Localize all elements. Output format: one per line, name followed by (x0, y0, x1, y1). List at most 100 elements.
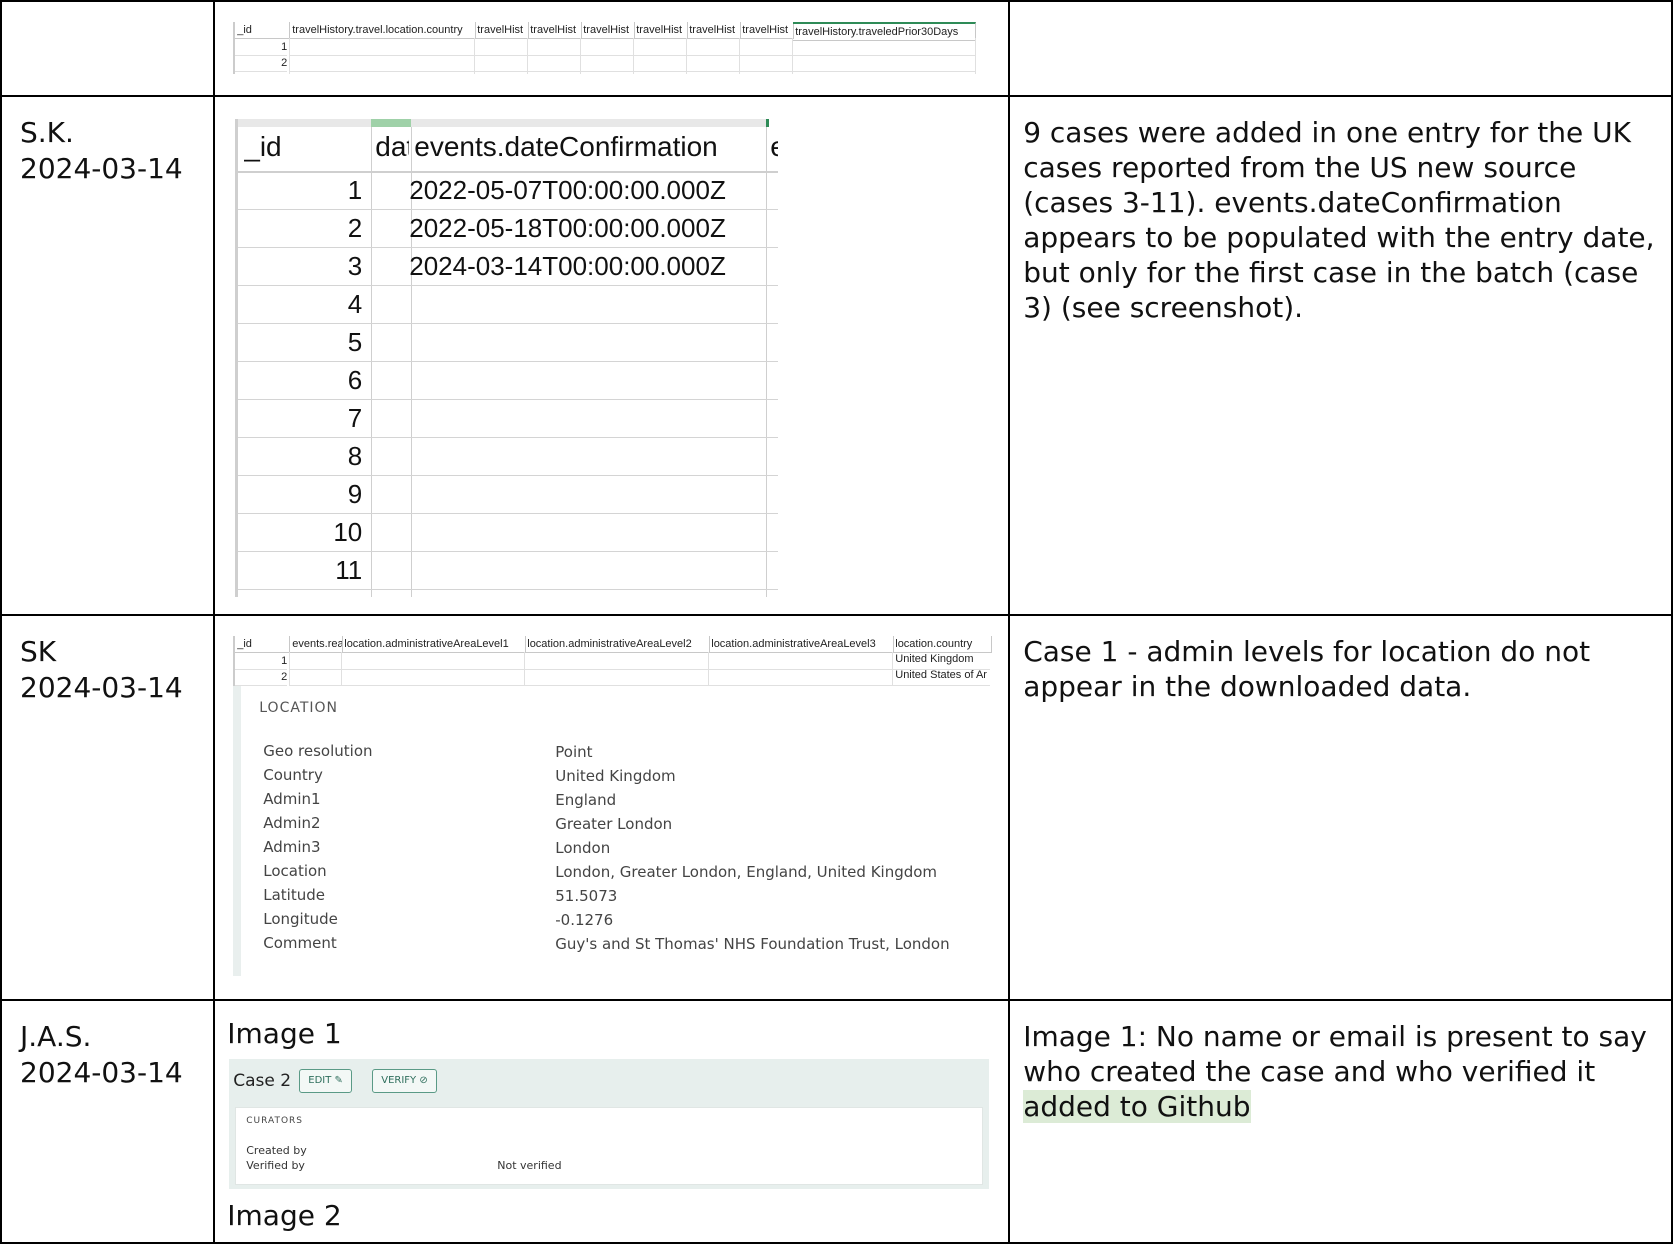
location-card: LOCATION Geo resolution Point Country Unite… (233, 686, 1002, 976)
sheet-cell-date: 2022-05-18T00:00:00.000Z (409, 213, 726, 243)
verified-by-value: Not verified (497, 1159, 562, 1172)
edit-button[interactable]: EDIT ✎ (299, 1069, 352, 1093)
sheet-row-id: 11 (335, 555, 363, 585)
location-field-value: London (555, 839, 611, 857)
verify-button[interactable]: VERIFY ⊘ (372, 1069, 437, 1093)
sheet-cell-country: United States of Ar (895, 669, 987, 681)
sheet-row-id: 2 (235, 55, 288, 72)
location-field-value: 51.5073 (555, 887, 618, 905)
sheet-header: events.dateConfirmation (414, 131, 718, 162)
location-title: LOCATION (259, 700, 339, 716)
location-field-label: Geo resolution (263, 742, 373, 760)
sheet-header: events.rea (290, 636, 344, 653)
sheet-header: travelHist (687, 22, 742, 39)
sheet-header: dat (375, 131, 409, 162)
reviewer-cell: J.A.S. 2024-03-14 (0, 999, 216, 1244)
screenshot-cell: Image 1 Case 2 EDIT ✎ VERIFY ⊘ CURATORS … (213, 999, 1011, 1244)
note-cell: Image 1: No name or email is present to … (1008, 999, 1673, 1244)
note-cell: 9 cases were added in one entry for the … (1008, 95, 1673, 616)
reviewer-cell (0, 0, 216, 97)
note-cell: Case 1 - admin levels for location do no… (1008, 614, 1673, 1001)
verified-by-label: Verified by (246, 1159, 305, 1172)
sheet-header: e (770, 131, 778, 163)
location-field-label: Admin1 (263, 790, 321, 808)
edit-label: EDIT (308, 1075, 332, 1086)
image1-caption: Image 1 (227, 1017, 342, 1050)
reviewer-cell: SK 2024-03-14 (0, 614, 216, 1001)
sheet-row-id: 1 (235, 39, 288, 56)
location-field-value: Point (555, 743, 593, 761)
curators-panel: CURATORS Created by Verified by Not veri… (235, 1107, 984, 1185)
image2-caption: Image 2 (227, 1199, 342, 1232)
location-field-value: United Kingdom (555, 767, 676, 785)
sheet-header-row: _id dat events.dateConfirmation e (238, 127, 779, 173)
location-field-label: Latitude (263, 886, 325, 904)
sheet-cell-date: 2024-03-14T00:00:00.000Z (409, 251, 726, 281)
sheet-header: travelHist (475, 22, 530, 39)
admin-levels-sheet: _id events.rea location.administrativeAr… (233, 636, 1008, 686)
reviewer-text: S.K. 2024-03-14 (20, 116, 183, 185)
sheet-header: _id (235, 636, 291, 653)
sheet-row-id: 5 (347, 327, 363, 357)
sheet-header: location.country (893, 636, 993, 653)
screenshot-cell: _id events.rea location.administrativeAr… (213, 614, 1011, 1001)
sheet-header: travelHistory.travel.location.country (290, 22, 477, 39)
location-field-value: England (555, 791, 617, 809)
sheet-cell-date: 2022-05-07T00:00:00.000Z (409, 175, 726, 205)
note-text: Image 1: No name or email is present to … (1011, 1002, 1670, 1124)
case-title: Case 2 (233, 1071, 292, 1091)
note-text (1011, 3, 1670, 20)
sheet-header: travelHist (740, 22, 795, 39)
sheet-row-id: 10 (333, 517, 363, 547)
location-field-label: Admin2 (263, 814, 321, 832)
sheet-row-id: 1 (235, 653, 288, 670)
sheet-header: location.administrativeAreaLevel3 (709, 636, 895, 653)
sheet-header: travelHist (634, 22, 689, 39)
reviewer-cell: S.K. 2024-03-14 (0, 95, 216, 616)
sheet-row-id: 9 (347, 479, 363, 509)
sheet-cell-country: United Kingdom (895, 653, 974, 665)
table-row: _id travelHistory.travel.location.countr… (0, 0, 1673, 97)
location-field-label: Longitude (263, 910, 338, 928)
table-row: SK 2024-03-14 _id events.rea location.ad… (0, 614, 1673, 1001)
sheet-row-id: 4 (347, 289, 363, 319)
sheet-row-id: 2 (347, 213, 363, 243)
table-row: S.K. 2024-03-14 _id dat events.dateConfi… (0, 95, 1673, 616)
sheet-header: travelHist (528, 22, 583, 39)
location-field-value: Guy's and St Thomas' NHS Foundation Trus… (555, 935, 950, 953)
sheet-row-id: 3 (347, 251, 363, 281)
notes-table: _id travelHistory.travel.location.countr… (0, 0, 1673, 1244)
case-card: Case 2 EDIT ✎ VERIFY ⊘ CURATORS Created … (229, 1059, 990, 1189)
location-field-label: Location (263, 862, 327, 880)
reviewer-text: J.A.S. 2024-03-14 (20, 1020, 183, 1089)
sheet-row-id: 2 (235, 669, 288, 686)
sheet-header: _id (244, 131, 282, 162)
location-field-label: Admin3 (263, 838, 321, 856)
note-cell (1008, 0, 1673, 97)
sheet-row-id: 6 (347, 365, 363, 395)
pencil-icon: ✎ (334, 1075, 343, 1086)
date-confirmation-sheet: _id dat events.dateConfirmation e 1 2022-… (235, 119, 782, 597)
sheet-row-id: 7 (347, 403, 363, 433)
location-field-label: Comment (263, 934, 337, 952)
verify-label: VERIFY (381, 1075, 417, 1086)
location-field-value: London, Greater London, England, United … (555, 863, 938, 881)
sheet-header: travelHistory.traveledPrior30Days (793, 22, 977, 41)
note-text: 9 cases were added in one entry for the … (1023, 116, 1655, 324)
table-row: J.A.S. 2024-03-14 Image 1 Case 2 EDIT ✎ … (0, 999, 1673, 1244)
sheet-header: _id (235, 22, 291, 39)
screenshot-cell: _id travelHistory.travel.location.countr… (213, 0, 1011, 97)
screenshot-cell: _id dat events.dateConfirmation e 1 2022-… (213, 95, 1011, 616)
travel-history-sheet: _id travelHistory.travel.location.countr… (233, 22, 1008, 74)
sheet-header: location.administrativeAreaLevel1 (342, 636, 527, 653)
note-body: Image 1: No name or email is present to … (1023, 1020, 1647, 1088)
location-field-label: Country (263, 766, 323, 784)
reviewer-text: SK 2024-03-14 (20, 635, 183, 704)
location-field-value: -0.1276 (555, 911, 614, 929)
curators-heading: CURATORS (246, 1116, 304, 1126)
created-by-label: Created by (246, 1144, 307, 1157)
sheet-header: location.administrativeAreaLevel2 (525, 636, 711, 653)
location-field-value: Greater London (555, 815, 673, 833)
sheet-row-id: 1 (347, 175, 363, 205)
github-highlight: added to Github (1023, 1090, 1251, 1123)
